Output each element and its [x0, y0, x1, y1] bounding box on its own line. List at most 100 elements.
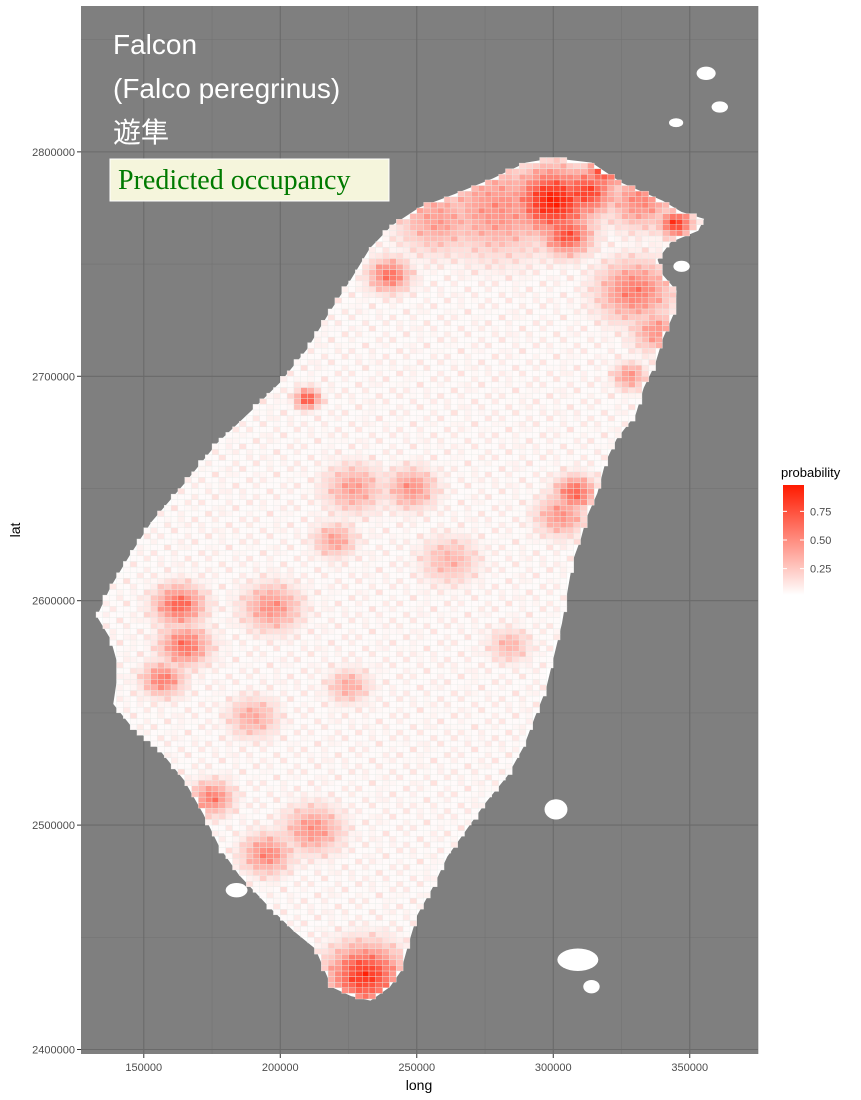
occupancy-cell	[327, 701, 336, 708]
occupancy-cell	[375, 953, 383, 960]
occupancy-cell	[389, 718, 397, 725]
occupancy-cell	[239, 544, 247, 551]
occupancy-cell	[471, 196, 479, 203]
occupancy-cell	[368, 437, 376, 444]
occupancy-cell	[361, 555, 370, 562]
occupancy-cell	[245, 679, 254, 686]
occupancy-cell	[280, 611, 288, 618]
occupancy-cell	[450, 516, 458, 523]
occupancy-cell	[327, 320, 336, 326]
occupancy-cell	[416, 241, 424, 248]
occupancy-cell	[300, 617, 308, 624]
occupancy-cell	[266, 785, 274, 792]
occupancy-cell	[327, 970, 336, 977]
occupancy-cell	[423, 836, 431, 843]
occupancy-cell	[280, 454, 288, 461]
occupancy-cell	[348, 948, 356, 955]
occupancy-cell	[368, 247, 376, 254]
occupancy-cell	[430, 247, 438, 254]
occupancy-cell	[396, 746, 404, 753]
occupancy-cell	[232, 729, 240, 736]
occupancy-cell	[273, 505, 281, 512]
occupancy-cell	[273, 392, 281, 399]
occupancy-cell	[225, 684, 233, 691]
occupancy-cell	[355, 550, 363, 556]
occupancy-cell	[361, 314, 370, 321]
occupancy-cell	[396, 796, 404, 803]
occupancy-cell	[123, 684, 131, 691]
occupancy-cell	[307, 538, 315, 545]
occupancy-cell	[239, 589, 247, 596]
occupancy-cell	[300, 376, 308, 383]
occupancy-cell	[368, 970, 376, 977]
occupancy-cell	[327, 791, 336, 798]
occupancy-cell	[375, 308, 383, 315]
occupancy-cell	[218, 656, 226, 663]
occupancy-cell	[150, 566, 158, 573]
occupancy-cell	[471, 550, 479, 556]
occupancy-cell	[471, 600, 479, 607]
occupancy-cell	[409, 751, 417, 758]
occupancy-cell	[252, 521, 260, 528]
occupancy-cell	[232, 852, 240, 859]
occupancy-cell	[430, 370, 438, 377]
occupancy-cell	[389, 931, 397, 938]
occupancy-cell	[116, 622, 124, 629]
occupancy-cell	[225, 566, 233, 573]
occupancy-cell	[443, 583, 452, 590]
occupancy-cell	[430, 454, 438, 461]
occupancy-cell	[341, 841, 349, 848]
occupancy-cell	[327, 527, 336, 534]
occupancy-cell	[164, 679, 172, 686]
occupancy-cell	[334, 370, 342, 377]
occupancy-cell	[382, 953, 390, 960]
occupancy-cell	[334, 331, 342, 338]
occupancy-cell	[252, 768, 260, 775]
occupancy-cell	[211, 763, 220, 770]
occupancy-cell	[457, 342, 465, 349]
occupancy-cell	[348, 707, 356, 714]
occupancy-cell	[259, 415, 267, 422]
occupancy-cell	[321, 847, 329, 854]
occupancy-cell	[409, 325, 417, 332]
occupancy-cell	[341, 965, 349, 972]
occupancy-cell	[464, 639, 472, 646]
occupancy-cell	[471, 409, 479, 416]
occupancy-cell	[225, 836, 233, 843]
occupancy-cell	[443, 493, 452, 500]
occupancy-cell	[293, 561, 301, 568]
occupancy-cell	[396, 381, 404, 388]
occupancy-cell	[409, 348, 417, 355]
occupancy-cell	[293, 808, 301, 815]
occupancy-cell	[443, 213, 452, 220]
occupancy-cell	[402, 364, 411, 371]
occupancy-cell	[205, 819, 213, 826]
occupancy-cell	[327, 768, 336, 775]
occupancy-cell	[361, 723, 370, 730]
occupancy-cell	[314, 780, 322, 787]
occupancy-cell	[437, 735, 445, 742]
occupancy-cell	[341, 499, 349, 506]
occupancy-cell	[205, 566, 213, 573]
occupancy-cell	[150, 729, 158, 736]
occupancy-cell	[430, 364, 438, 371]
occupancy-cell	[184, 555, 192, 562]
occupancy-cell	[409, 550, 417, 556]
occupancy-cell	[437, 645, 445, 652]
occupancy-cell	[334, 404, 342, 411]
occupancy-cell	[382, 572, 390, 579]
occupancy-cell	[389, 836, 397, 843]
occupancy-cell	[321, 662, 329, 669]
occupancy-cell	[293, 639, 301, 646]
occupancy-cell	[423, 695, 431, 702]
occupancy-cell	[409, 679, 417, 686]
occupancy-cell	[423, 622, 431, 629]
occupancy-cell	[443, 224, 452, 231]
occupancy-cell	[211, 499, 220, 506]
occupancy-cell	[402, 651, 411, 657]
occupancy-cell	[252, 561, 260, 568]
occupancy-cell	[321, 465, 329, 472]
occupancy-cell	[389, 942, 397, 949]
occupancy-cell	[450, 314, 458, 321]
occupancy-cell	[334, 510, 342, 517]
